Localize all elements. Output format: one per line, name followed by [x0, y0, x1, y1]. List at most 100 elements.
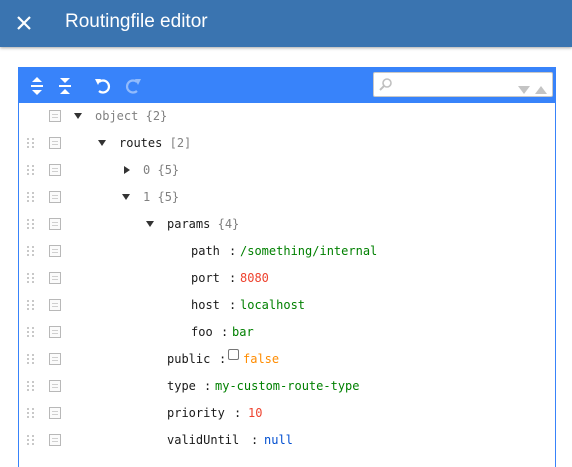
collapse-toggle[interactable]	[119, 190, 133, 204]
close-button[interactable]	[10, 9, 38, 37]
field-value-number[interactable]: 8080	[240, 270, 269, 286]
context-menu-button[interactable]	[49, 299, 61, 311]
undo-button[interactable]	[91, 74, 115, 98]
tree-row-item-0: 0 {5}	[19, 157, 555, 184]
drag-handle-icon[interactable]	[26, 191, 36, 204]
collapse-toggle[interactable]	[95, 136, 109, 150]
field-value-string[interactable]: localhost	[240, 297, 305, 313]
field-value-null[interactable]: null	[264, 432, 293, 448]
collapse-toggle[interactable]	[71, 109, 85, 123]
drag-handle-icon[interactable]	[26, 218, 36, 231]
context-menu-button[interactable]	[49, 407, 61, 419]
triangle-right-icon	[124, 166, 130, 174]
search-next-icon	[518, 86, 530, 94]
context-menu-button[interactable]	[49, 137, 61, 149]
tree-row-routes: routes [2]	[19, 130, 555, 157]
field-name[interactable]: host	[191, 297, 220, 313]
tree-row-root: object {2}	[19, 103, 555, 130]
search-previous-icon	[535, 86, 547, 94]
separator: :	[219, 352, 227, 366]
search-input[interactable]	[396, 76, 506, 93]
context-menu-button[interactable]	[49, 191, 61, 203]
field-name[interactable]: routes	[119, 136, 162, 150]
collapse-toggle[interactable]	[143, 217, 157, 231]
tree-row-priority: priority : 10	[19, 400, 555, 427]
drag-handle-icon[interactable]	[26, 137, 36, 150]
expand-all-button[interactable]	[25, 74, 49, 98]
field-name[interactable]: port	[191, 270, 220, 286]
tree-row-host: host : localhost	[19, 292, 555, 319]
separator: :	[229, 271, 237, 285]
drag-handle-icon[interactable]	[26, 245, 36, 258]
boolean-checkbox[interactable]	[228, 349, 239, 360]
tree-node-label: 1 {5}	[143, 189, 179, 205]
tree-row-foo: foo : bar	[19, 319, 555, 346]
drag-handle-icon[interactable]	[26, 353, 36, 366]
child-count: {4}	[217, 217, 240, 231]
collapse-all-button[interactable]	[53, 74, 77, 98]
drag-handle-icon[interactable]	[26, 272, 36, 285]
context-menu-button[interactable]	[49, 272, 61, 284]
drag-handle-icon[interactable]	[26, 434, 36, 447]
context-menu-button[interactable]	[49, 245, 61, 257]
field-name[interactable]: type	[167, 378, 196, 394]
tree-row-path: path : /something/internal	[19, 238, 555, 265]
search-previous-button[interactable]	[534, 80, 548, 94]
json-tree: object {2} routes [2] 0 {5} 1 {5} params…	[19, 103, 555, 454]
expand-all-icon	[31, 77, 43, 95]
tree-node-label: routes [2]	[119, 135, 191, 151]
drag-handle-icon[interactable]	[26, 326, 36, 339]
triangle-down-icon	[146, 221, 154, 227]
context-menu-button[interactable]	[49, 380, 61, 392]
tree-node-label: params {4}	[167, 216, 239, 232]
field-name[interactable]: params	[167, 217, 210, 231]
child-count: {5}	[157, 190, 180, 204]
context-menu-button[interactable]	[49, 353, 61, 365]
drag-handle-icon[interactable]	[26, 164, 36, 177]
separator: :	[251, 433, 259, 447]
field-value-string[interactable]: /something/internal	[240, 243, 377, 259]
field-name[interactable]: foo	[191, 324, 213, 340]
drag-handle-icon[interactable]	[26, 407, 36, 420]
triangle-down-icon	[74, 113, 82, 119]
context-menu-button[interactable]	[49, 434, 61, 446]
tree-row-item-1: 1 {5}	[19, 184, 555, 211]
context-menu-button[interactable]	[49, 218, 61, 230]
tree-node-label: object {2}	[95, 108, 167, 124]
field-value-string[interactable]: my-custom-route-type	[215, 378, 360, 394]
search-next-button[interactable]	[517, 80, 531, 94]
context-menu-button[interactable]	[49, 326, 61, 338]
field-value-number[interactable]: 10	[248, 405, 262, 421]
field-name: object	[95, 109, 139, 123]
tree-row-type: type : my-custom-route-type	[19, 373, 555, 400]
field-name[interactable]: path	[191, 243, 220, 259]
child-count: {5}	[157, 163, 180, 177]
page-title: Routingfile editor	[65, 11, 208, 32]
separator: :	[234, 406, 242, 420]
field-value-boolean[interactable]: false	[243, 351, 279, 367]
field-value-string[interactable]: bar	[232, 324, 254, 340]
separator: :	[204, 379, 212, 393]
tree-row-validuntil: validUntil : null	[19, 427, 555, 454]
undo-icon	[95, 79, 111, 94]
search-icon	[379, 78, 392, 91]
redo-button[interactable]	[121, 74, 145, 98]
context-menu-button[interactable]	[49, 110, 61, 122]
expand-toggle[interactable]	[120, 163, 134, 177]
tree-row-port: port : 8080	[19, 265, 555, 292]
field-index: 0	[143, 163, 151, 177]
field-name[interactable]: public	[167, 351, 210, 367]
triangle-down-icon	[98, 140, 106, 146]
drag-handle-icon[interactable]	[26, 380, 36, 393]
json-editor: object {2} routes [2] 0 {5} 1 {5} params…	[18, 67, 556, 467]
separator: :	[229, 244, 237, 258]
drag-handle-icon[interactable]	[26, 299, 36, 312]
close-icon	[17, 16, 31, 30]
editor-toolbar	[19, 68, 555, 103]
tree-row-params: params {4}	[19, 211, 555, 238]
search-box	[373, 72, 553, 97]
context-menu-button[interactable]	[49, 164, 61, 176]
field-name[interactable]: validUntil	[167, 432, 239, 448]
field-name[interactable]: priority	[167, 405, 225, 421]
tree-row-public: public : false	[19, 346, 555, 373]
